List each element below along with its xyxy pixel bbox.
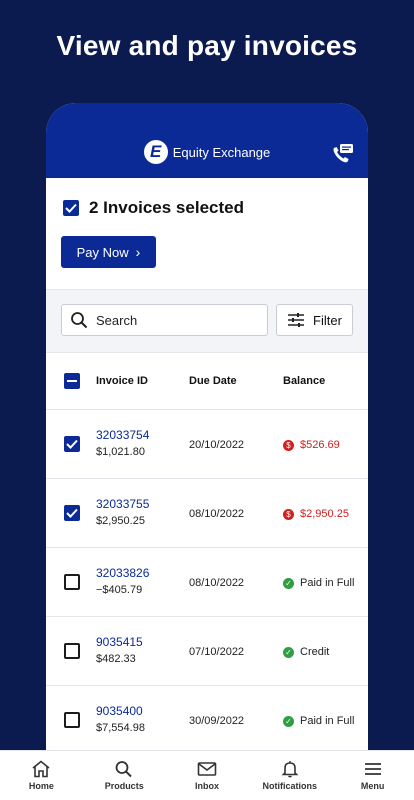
table-row[interactable]: 9035415 $482.33 07/10/2022 ✓ Credit	[46, 617, 368, 686]
selection-count: 2 Invoices selected	[89, 198, 244, 217]
invoice-balance: ✓ Paid in Full	[283, 715, 354, 727]
paid-check-icon: ✓	[283, 577, 294, 589]
invoice-id-link[interactable]: 9035415	[96, 635, 143, 649]
invoice-balance: ✓ Paid in Full	[283, 577, 354, 589]
select-all-summary-checkbox[interactable]	[63, 200, 79, 216]
tab-products-label: Products	[104, 781, 144, 791]
invoice-balance: $ $2,950.25	[283, 508, 349, 520]
search-icon	[115, 761, 132, 778]
table-row[interactable]: 32033754 $1,021.80 20/10/2022 $ $526.69	[46, 410, 368, 479]
invoice-due-date: 07/10/2022	[189, 646, 245, 658]
mail-icon	[197, 762, 217, 776]
table-row[interactable]: 32033755 $2,950.25 08/10/2022 $ $2,950.25	[46, 479, 368, 548]
search-icon	[71, 312, 88, 329]
invoice-balance-value: Credit	[300, 646, 330, 658]
invoice-due-date: 08/10/2022	[189, 508, 245, 520]
invoice-balance-value: $526.69	[300, 439, 340, 451]
logo-mark-icon: E	[143, 140, 168, 164]
pay-now-button[interactable]: Pay Now ›	[61, 236, 156, 268]
column-due-date: Due Date	[189, 375, 237, 387]
invoice-due-date: 08/10/2022	[189, 577, 245, 589]
tab-home[interactable]: Home	[0, 751, 83, 800]
table-header: Invoice ID Due Date Balance	[46, 353, 368, 410]
invoice-balance: $ $526.69	[283, 439, 340, 451]
filter-button[interactable]: Filter	[276, 304, 353, 336]
column-balance: Balance	[283, 375, 326, 387]
table-row[interactable]: 32033826 −$405.79 08/10/2022 ✓ Paid in Full	[46, 548, 368, 617]
tab-products[interactable]: Products	[83, 751, 166, 800]
bell-icon	[281, 761, 299, 778]
invoice-id-link[interactable]: 32033755	[96, 497, 149, 511]
bottom-tab-bar: Home Products Inbox Notifications Menu	[0, 750, 414, 800]
invoice-balance-value: $2,950.25	[300, 508, 349, 520]
search-input[interactable]: Search	[61, 304, 268, 336]
brand-logo: E Equity Exchange	[46, 140, 368, 164]
phone-frame: E Equity Exchange 2 Invoices selected Pa…	[46, 103, 368, 800]
row-checkbox[interactable]	[64, 643, 80, 659]
invoice-amount: $2,950.25	[96, 515, 145, 527]
paid-check-icon: ✓	[283, 646, 294, 658]
pay-now-label: Pay Now	[76, 244, 129, 260]
chevron-right-icon: ›	[135, 244, 141, 260]
check-icon	[65, 203, 77, 213]
check-icon	[66, 508, 78, 518]
tab-notifications[interactable]: Notifications	[248, 751, 331, 800]
invoice-balance-value: Paid in Full	[300, 577, 355, 589]
filter-label: Filter	[313, 312, 342, 328]
tab-inbox[interactable]: Inbox	[166, 751, 249, 800]
row-checkbox[interactable]	[64, 712, 80, 728]
amount-due-icon: $	[283, 439, 294, 451]
invoice-due-date: 30/09/2022	[189, 715, 245, 727]
search-placeholder: Search	[96, 312, 138, 328]
selection-panel: 2 Invoices selected Pay Now ›	[46, 178, 368, 290]
invoice-balance-value: Paid in Full	[300, 715, 355, 727]
table-row[interactable]: 9035400 $7,554.98 30/09/2022 ✓ Paid in Full	[46, 686, 368, 755]
selection-summary: 2 Invoices selected	[63, 198, 244, 218]
tab-menu[interactable]: Menu	[331, 751, 414, 800]
tab-menu-label: Menu	[360, 781, 385, 791]
promo-title: View and pay invoices	[56, 30, 358, 61]
invoice-balance: ✓ Credit	[283, 646, 329, 658]
minus-icon	[67, 380, 77, 382]
select-all-checkbox[interactable]	[64, 373, 80, 389]
filter-sliders-icon	[288, 313, 305, 327]
row-checkbox[interactable]	[64, 505, 80, 521]
app-header: E Equity Exchange	[46, 103, 368, 178]
tab-home-label: Home	[28, 781, 54, 791]
column-invoice-id: Invoice ID	[96, 375, 148, 387]
menu-icon	[364, 763, 381, 775]
home-icon	[32, 760, 50, 778]
row-checkbox[interactable]	[64, 574, 80, 590]
invoice-id-link[interactable]: 32033826	[96, 566, 149, 580]
invoice-due-date: 20/10/2022	[189, 439, 245, 451]
row-checkbox[interactable]	[64, 436, 80, 452]
invoice-amount: $1,021.80	[96, 446, 145, 458]
tab-inbox-label: Inbox	[194, 781, 219, 791]
paid-check-icon: ✓	[283, 715, 294, 727]
contact-phone-icon[interactable]	[332, 143, 354, 163]
amount-due-icon: $	[283, 508, 294, 520]
invoice-id-link[interactable]: 9035400	[96, 704, 143, 718]
invoice-amount: −$405.79	[96, 584, 143, 596]
invoice-list: 32033754 $1,021.80 20/10/2022 $ $526.69 32033…	[46, 410, 368, 755]
invoice-amount: $7,554.98	[96, 722, 145, 734]
brand-name: Equity Exchange	[172, 144, 271, 160]
invoice-id-link[interactable]: 32033754	[96, 428, 149, 442]
search-toolbar: Search Filter	[46, 290, 368, 353]
invoice-amount: $482.33	[96, 653, 136, 665]
tab-notifications-label: Notifications	[262, 781, 318, 791]
check-icon	[66, 439, 78, 449]
